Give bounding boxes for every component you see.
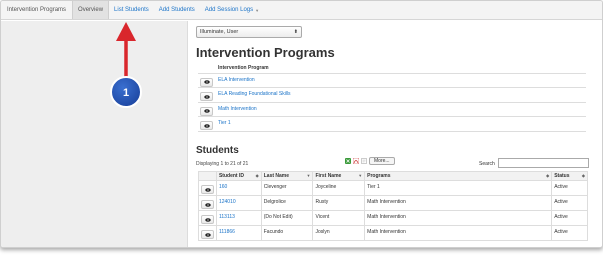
eye-icon (203, 95, 210, 99)
table-row: Tier 1 (198, 116, 586, 132)
table-row: Math Intervention (198, 102, 586, 117)
table-row: 124010 Delgrolice Rusty Math Interventio… (198, 195, 588, 211)
sort-desc-icon: ▼ (358, 173, 363, 178)
student-id-link[interactable]: 124010 (215, 195, 262, 211)
sort-icon: ◆ (546, 173, 550, 178)
table-row: 113113 (Do Not Edit) Vicent Math Interve… (198, 210, 588, 226)
eye-icon (204, 232, 211, 237)
first-name-cell: Joyceline (312, 180, 366, 196)
chevron-down-icon: ▼ (255, 7, 260, 13)
view-button[interactable] (201, 200, 214, 209)
view-button[interactable] (200, 106, 213, 116)
program-link[interactable]: Math Intervention (216, 102, 586, 117)
col-programs[interactable]: Programs ◆ (364, 171, 553, 181)
col-student-id[interactable]: Student ID ◆ (215, 171, 262, 181)
status-cell: Active (551, 195, 588, 211)
last-name-cell: (Do Not Edit) (260, 210, 314, 226)
tab-add-session-logs-label: Add Session Logs (204, 7, 254, 13)
eye-icon (203, 124, 210, 128)
programs-header-blank (198, 64, 216, 74)
programs-cell: Math Intervention (364, 195, 553, 211)
table-row: 160 Clevenger Joyceline Tier 1 Active (198, 180, 588, 196)
view-button[interactable] (201, 215, 214, 224)
arrow-up-icon (116, 22, 136, 41)
step-number: 1 (123, 87, 129, 99)
eye-icon (204, 187, 211, 192)
programs-title: Intervention Programs (196, 45, 335, 60)
first-name-cell: Rusty (312, 195, 366, 211)
view-button[interactable] (200, 92, 213, 102)
user-select[interactable]: Illuminate, User ⬍ (196, 26, 302, 38)
col-status[interactable]: Status ◆ (551, 171, 588, 181)
view-button[interactable] (200, 77, 213, 87)
user-select-value: Illuminate, User (200, 29, 239, 35)
col-first-name[interactable]: First Name ▼ (312, 171, 366, 181)
tab-add-session-logs[interactable]: Add Session Logs ▼ (200, 1, 264, 19)
table-row: ELA Reading Foundational Skills (198, 87, 586, 103)
table-row: ELA Intervention (198, 73, 586, 88)
sort-icon: ◆ (581, 173, 585, 178)
eye-icon (203, 109, 210, 113)
results-count: Displaying 1 to 21 of 21 (196, 161, 249, 167)
students-table: Student ID ◆ Last Name ▼ First Name ▼ Progr… (198, 171, 588, 241)
search-label: Search (479, 161, 495, 167)
program-link[interactable]: ELA Intervention (216, 73, 586, 88)
programs-header: Intervention Program (216, 64, 586, 74)
student-id-link[interactable]: 111866 (215, 225, 262, 241)
table-row: 111866 Facundo Joslyn Math Intervention … (198, 225, 588, 241)
more-button[interactable]: More... (369, 157, 395, 165)
student-id-link[interactable]: 160 (215, 180, 262, 196)
status-cell: Active (551, 180, 588, 196)
status-cell: Active (551, 210, 588, 226)
programs-cell: Tier 1 (364, 180, 553, 196)
last-name-cell: Facundo (260, 225, 314, 241)
sort-desc-icon: ▼ (306, 173, 311, 178)
last-name-cell: Clevenger (260, 180, 314, 196)
first-name-cell: Joslyn (312, 225, 366, 241)
status-cell: Active (551, 225, 588, 241)
sort-icon: ◆ (255, 173, 259, 178)
programs-cell: Math Intervention (364, 210, 553, 226)
last-name-cell: Delgrolice (260, 195, 314, 211)
eye-icon (204, 217, 211, 222)
students-title: Students (196, 145, 239, 156)
app-window: Intervention Programs Overview List Stud… (0, 0, 603, 248)
students-header-blank (198, 171, 217, 181)
pdf-icon[interactable] (353, 158, 359, 164)
excel-icon[interactable] (345, 158, 351, 164)
program-link[interactable]: ELA Reading Foundational Skills (216, 87, 586, 103)
program-link[interactable]: Tier 1 (216, 116, 586, 132)
first-name-cell: Vicent (312, 210, 366, 226)
callout-annotation: 1 (110, 22, 142, 108)
programs-cell: Math Intervention (364, 225, 553, 241)
view-button[interactable] (200, 121, 213, 131)
select-arrows-icon: ⬍ (293, 29, 298, 35)
view-button[interactable] (201, 230, 214, 239)
search-input[interactable] (498, 158, 589, 168)
student-id-link[interactable]: 113113 (215, 210, 262, 226)
export-tools: More... (345, 157, 395, 165)
print-icon[interactable] (361, 158, 367, 164)
view-button[interactable] (201, 185, 214, 194)
col-last-name[interactable]: Last Name ▼ (260, 171, 314, 181)
eye-icon (203, 80, 210, 84)
eye-icon (204, 202, 211, 207)
programs-table: Intervention Program ELA Intervention EL… (198, 64, 586, 132)
